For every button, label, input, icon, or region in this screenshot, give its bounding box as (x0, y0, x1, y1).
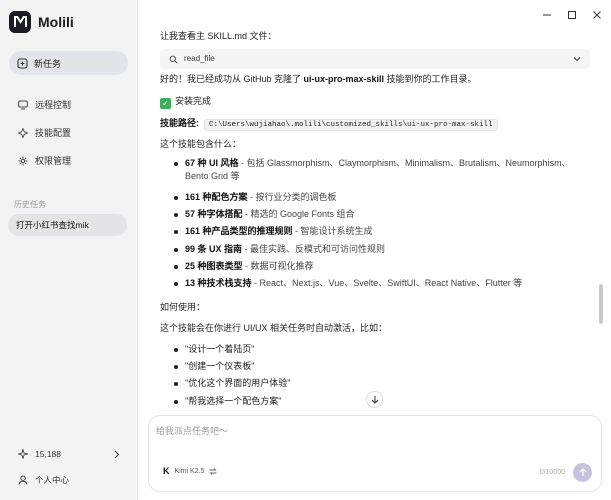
credits-row[interactable]: 15,188 (18, 449, 120, 459)
sparkle-icon (18, 449, 28, 459)
success-message: 好的！我已经成功从 GitHub 克隆了 ui-ux-pro-max-skill… (160, 73, 477, 86)
maximize-button[interactable] (566, 9, 578, 21)
includes-title: 这个技能包含什么： (160, 139, 242, 149)
skill-name: ui-ux-pro-max-skill (303, 74, 385, 84)
usage-title: 如何使用： (160, 302, 206, 312)
maximize-icon (568, 11, 576, 19)
skill-icon (18, 127, 28, 138)
list-item: 67 种 UI 风格 - 包括 Glassmorphism、Claymorphi… (174, 157, 584, 191)
tool-call-card[interactable]: read_file (160, 49, 590, 69)
chevron-right-icon (114, 450, 120, 458)
list-item: 13 种技术栈支持 - React、Next.js、Vue、Svelte、Swi… (174, 277, 584, 294)
arrow-up-icon (579, 468, 586, 476)
switch-icon (209, 467, 218, 475)
model-name: Kimi K2.5 (174, 467, 205, 475)
arrow-down-icon (371, 396, 378, 404)
sidebar-item-label: 技能配置 (35, 128, 72, 138)
path-label: 技能路径: (160, 118, 199, 128)
feature-title: 67 种 UI 风格 (185, 158, 239, 168)
skill-path-row: 技能路径: C:\Users\wujiahao\.molili\customize… (160, 117, 498, 131)
usage-desc: 这个技能会在你进行 UI/UX 相关任务时自动激活，比如： (160, 323, 388, 333)
app-logo-icon (9, 11, 31, 33)
list-item: "设计一个着陆页" (174, 343, 290, 360)
sidebar-item-permissions[interactable]: 权限管理 (18, 154, 71, 167)
send-button[interactable] (573, 463, 592, 482)
user-icon (18, 475, 28, 485)
new-task-button[interactable]: 新任务 (9, 51, 128, 75)
feature-desc: - 包括 Glassmorphism、Claymorphism、Minimali… (185, 158, 571, 181)
list-item: 161 种产品类型的推理规则 - 智能设计系统生成 (174, 225, 584, 242)
close-button[interactable] (591, 9, 603, 21)
list-item: 161 种配色方案 - 按行业分类的调色板 (174, 191, 584, 208)
minimize-icon (543, 14, 551, 16)
check-icon: ✓ (160, 98, 171, 110)
feature-desc: - 最佳实践、反模式和可访问性规则 (242, 243, 386, 254)
install-status: ✓ 安装完成 (160, 95, 212, 110)
sidebar-item-label: 远程控制 (35, 100, 72, 110)
scrollbar[interactable] (599, 284, 603, 324)
chevron-down-icon (573, 57, 581, 62)
search-icon (169, 55, 178, 64)
user-center-item[interactable]: 个人中心 (18, 474, 69, 486)
feature-title: 25 种图表类型 (185, 260, 243, 271)
minimize-button[interactable] (541, 9, 553, 21)
list-item: "优化这个界面的用户体验" (174, 377, 290, 394)
message-input[interactable]: 给我派点任务吧～ (156, 424, 228, 437)
install-done-label: 安装完成 (175, 96, 212, 106)
example-list: "设计一个着陆页" "创建一个仪表板" "优化这个界面的用户体验" "帮我选择一… (174, 343, 290, 412)
list-item: 57 种字体搭配 - 精选的 Google Fonts 组合 (174, 208, 584, 225)
list-item: "创建一个仪表板" (174, 360, 290, 377)
credits-value: 15,188 (35, 449, 61, 459)
feature-list: 67 种 UI 风格 - 包括 Glassmorphism、Claymorphi… (174, 157, 584, 294)
kimi-logo-icon: K (163, 466, 170, 476)
success-pre: 好的！我已经成功从 GitHub 克隆了 (160, 74, 304, 84)
char-counter: 0/10000 (539, 469, 565, 476)
feature-desc: - 精选的 Google Fonts 组合 (242, 209, 355, 220)
feature-title: 13 种技术栈支持 (185, 277, 252, 288)
list-item: 99 条 UX 指南 - 最佳实践、反模式和可访问性规则 (174, 243, 584, 260)
monitor-icon (18, 100, 28, 109)
user-center-label: 个人中心 (35, 475, 70, 485)
path-code: C:\Users\wujiahao\.molili\customized_ski… (204, 119, 498, 131)
list-item: "帮我选择一个配色方案" (174, 395, 290, 412)
feature-desc: - React、Next.js、Vue、Svelte、SwiftUI、React… (251, 277, 523, 288)
brand: Molili (9, 11, 74, 33)
close-icon (593, 11, 601, 19)
feature-title: 161 种产品类型的推理规则 (185, 226, 293, 237)
history-heading: 历史任务 (14, 200, 46, 209)
permission-icon (18, 156, 28, 165)
feature-title: 57 种字体搭配 (185, 209, 243, 220)
history-item[interactable]: 打开小红书查找mik (8, 214, 127, 236)
new-task-label: 新任务 (34, 58, 62, 69)
window-controls (541, 9, 603, 21)
sidebar: Molili 新任务 远程控制 技能配置 权限管理 历史任务 打开小红书查找mi… (0, 0, 138, 500)
scroll-to-bottom-button[interactable] (366, 391, 383, 408)
feature-title: 99 条 UX 指南 (185, 243, 243, 254)
feature-desc: - 数据可视化推荐 (242, 260, 314, 271)
chat-intro: 让我查看主 SKILL.md 文件： (160, 31, 277, 41)
app-name: Molili (38, 14, 74, 30)
feature-desc: - 按行业分类的调色板 (247, 192, 337, 202)
feature-title: 161 种配色方案 (185, 192, 248, 202)
sidebar-item-label: 权限管理 (35, 156, 72, 166)
feature-desc: - 智能设计系统生成 (292, 226, 373, 237)
new-task-icon (17, 57, 28, 69)
model-selector[interactable]: K Kimi K2.5 (163, 466, 218, 476)
composer: 给我派点任务吧～ K Kimi K2.5 0/10000 (148, 415, 602, 492)
sidebar-item-skills[interactable]: 技能配置 (18, 126, 71, 139)
tool-call-name: read_file (184, 54, 215, 64)
sidebar-item-remote-control[interactable]: 远程控制 (18, 98, 71, 111)
list-item: 25 种图表类型 - 数据可视化推荐 (174, 260, 584, 277)
success-post: 技能到你的工作目录。 (384, 74, 477, 84)
